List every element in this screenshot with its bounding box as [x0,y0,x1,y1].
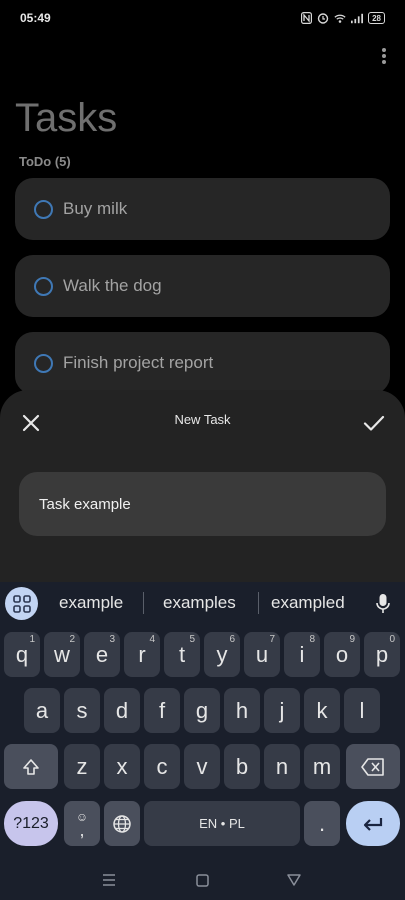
nfc-icon [300,12,312,24]
key[interactable]: p0 [364,632,400,677]
key[interactable]: f [144,688,180,733]
task-item[interactable]: Buy milk [15,178,390,240]
task-label: Walk the dog [63,276,162,295]
status-time: 05:49 [20,11,51,25]
key[interactable]: d [104,688,140,733]
status-icons: 28 [300,10,385,26]
suggestion-bar: example examples exampled [0,582,405,624]
key[interactable]: u7 [244,632,280,677]
key[interactable]: o9 [324,632,360,677]
home-icon[interactable] [192,870,212,890]
key[interactable]: g [184,688,220,733]
menu-icon[interactable] [99,870,119,890]
back-icon[interactable] [284,870,304,890]
key[interactable]: e3 [84,632,120,677]
soft-keyboard: example examples exampled q1 w2 e3 r4 t5… [0,582,405,900]
page-title: Tasks [15,96,118,140]
check-icon[interactable] [361,410,387,436]
task-label: Finish project report [63,353,214,372]
divider [143,592,144,614]
task-name-input[interactable] [19,472,386,536]
signal-icon [351,12,364,24]
system-nav-bar [0,860,405,900]
shift-icon[interactable] [4,744,58,789]
key[interactable]: k [304,688,340,733]
task-checkbox[interactable] [34,276,53,296]
key[interactable]: t5 [164,632,200,677]
key[interactable]: b [224,744,260,789]
todo-section-header: ToDo (5) [19,154,71,169]
key[interactable]: m [304,744,340,789]
key[interactable]: x [104,744,140,789]
task-item[interactable]: Finish project report [15,332,390,394]
backspace-icon[interactable] [346,744,400,789]
suggestion[interactable]: exampled [271,593,345,613]
key[interactable]: q1 [4,632,40,677]
key[interactable]: s [64,688,100,733]
key[interactable]: z [64,744,100,789]
status-bar: 05:49 28 [0,0,405,36]
new-task-sheet: New Task [0,390,405,590]
key[interactable]: y6 [204,632,240,677]
battery-icon: 28 [368,12,385,24]
suggestion[interactable]: examples [163,593,236,613]
task-item[interactable]: Walk the dog [15,255,390,317]
enter-icon[interactable] [346,801,400,846]
wifi-icon [334,12,346,24]
overflow-menu-icon[interactable] [377,46,391,66]
sheet-title: New Task [174,412,231,427]
task-label: Buy milk [63,199,128,218]
key[interactable]: a [24,688,60,733]
symbols-key[interactable]: ?123 [4,801,58,846]
period-key[interactable]: . [304,801,340,846]
key[interactable]: l [344,688,380,733]
key[interactable]: n [264,744,300,789]
key[interactable]: j [264,688,300,733]
space-key[interactable]: EN • PL [144,801,300,846]
apps-grid-icon[interactable] [5,587,38,620]
globe-icon[interactable] [104,801,140,846]
emoji-comma-key[interactable]: ☺ , [64,801,100,846]
alarm-icon [317,12,329,24]
suggestion[interactable]: example [59,593,123,613]
divider [258,592,259,614]
task-checkbox[interactable] [34,199,53,219]
key[interactable]: r4 [124,632,160,677]
key[interactable]: i8 [284,632,320,677]
key[interactable]: c [144,744,180,789]
key[interactable]: h [224,688,260,733]
key[interactable]: v [184,744,220,789]
key[interactable]: w2 [44,632,80,677]
task-checkbox[interactable] [34,353,53,373]
mic-icon[interactable] [370,590,396,618]
